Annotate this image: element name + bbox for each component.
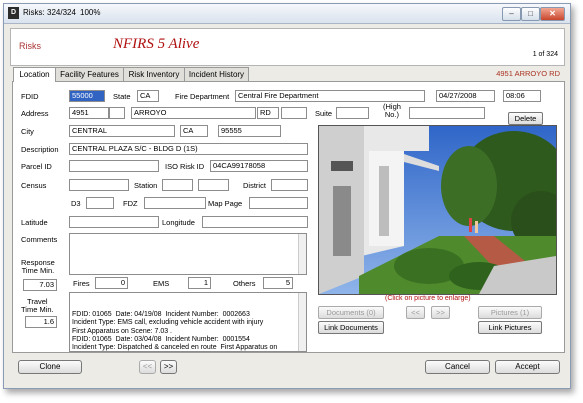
photo-next-button[interactable]: >>: [431, 306, 450, 319]
others-label: Others: [233, 279, 256, 288]
others-input[interactable]: 5: [263, 277, 293, 289]
documents-button[interactable]: Documents (0): [318, 306, 384, 319]
longitude-label: Longitude: [162, 218, 195, 227]
d3-label: D3: [71, 199, 81, 208]
risk-photo[interactable]: [318, 125, 557, 295]
time-input[interactable]: 08:06: [503, 90, 541, 102]
comments-label: Comments: [21, 235, 58, 244]
address-number-input[interactable]: 4951: [69, 107, 109, 119]
record-next-button[interactable]: >>: [160, 360, 177, 374]
zoom-level: 100%: [80, 8, 101, 17]
fires-label: Fires: [73, 279, 90, 288]
address-prefix-input[interactable]: [109, 107, 125, 119]
ems-label: EMS: [153, 279, 170, 288]
map-page-input[interactable]: [249, 197, 308, 209]
date-input[interactable]: 04/27/2008: [436, 90, 495, 102]
description-label: Description: [21, 145, 59, 154]
d3-input[interactable]: [86, 197, 114, 209]
high-no-label: (High No.): [383, 102, 401, 119]
photo-prev-button[interactable]: <<: [406, 306, 425, 319]
building-photo-image: [319, 126, 556, 294]
risks-window: D Risks: 324/324 100% – □ ✕ Risks NFIRS …: [3, 3, 571, 389]
incident-history-text: FDID: 01065 Date: 04/19/08 Incident Numb…: [72, 310, 278, 352]
census-input[interactable]: [69, 179, 129, 191]
address-label: Address: [21, 109, 49, 118]
location-panel: FDID 55000 State CA Fire Department Cent…: [12, 81, 565, 353]
address-suffix-input[interactable]: [281, 107, 307, 119]
close-button[interactable]: ✕: [540, 7, 565, 21]
maximize-button[interactable]: □: [521, 7, 540, 21]
station-label: Station: [134, 181, 158, 190]
parcel-input[interactable]: [69, 160, 159, 172]
address-street-input[interactable]: ARROYO: [131, 107, 256, 119]
latitude-label: Latitude: [21, 218, 48, 227]
state-label: State: [113, 92, 131, 101]
fire-dept-label: Fire Department: [175, 92, 230, 101]
record-prev-button[interactable]: <<: [139, 360, 156, 374]
high-no-input[interactable]: [409, 107, 485, 119]
tab-risk-inventory[interactable]: Risk Inventory: [123, 67, 185, 81]
app-name: NFIRS 5 Alive: [113, 36, 200, 52]
ems-input[interactable]: 1: [188, 277, 211, 289]
fdid-input[interactable]: 55000: [69, 90, 105, 102]
app-icon: D: [8, 7, 19, 19]
incident-history-textarea[interactable]: FDID: 01065 Date: 04/19/08 Incident Numb…: [69, 292, 307, 352]
fires-input[interactable]: 0: [95, 277, 128, 289]
enlarge-hint: (Click on picture to enlarge): [385, 295, 471, 302]
pictures-button[interactable]: Pictures (1): [478, 306, 542, 319]
iso-label: ISO Risk ID: [165, 162, 205, 171]
incident-history-scrollbar[interactable]: [298, 293, 306, 351]
title-bar[interactable]: D Risks: 324/324 100% – □ ✕: [4, 4, 570, 24]
link-pictures-button[interactable]: Link Pictures: [478, 321, 542, 334]
iso-input[interactable]: 04CA99178058: [210, 160, 308, 172]
state-input[interactable]: CA: [137, 90, 159, 102]
station-input[interactable]: [162, 179, 193, 191]
travel-time-input[interactable]: 1.6: [25, 316, 57, 328]
map-page-label: Map Page: [208, 199, 243, 208]
suite-label: Suite: [315, 109, 333, 118]
parcel-label: Parcel ID: [21, 162, 52, 171]
window-title: Risks: 324/324: [23, 8, 76, 17]
city-state-input[interactable]: CA: [180, 125, 208, 137]
district-label: District: [243, 181, 266, 190]
comments-textarea[interactable]: [69, 233, 307, 275]
link-documents-button[interactable]: Link Documents: [318, 321, 384, 334]
fdz-label: FDZ: [123, 199, 138, 208]
fdz-input[interactable]: [144, 197, 206, 209]
response-time-input[interactable]: 7.03: [23, 279, 57, 291]
delete-button[interactable]: Delete: [508, 112, 543, 125]
header-banner: Risks NFIRS 5 Alive 1 of 324: [10, 28, 565, 66]
city-label: City: [21, 127, 34, 136]
fdid-label: FDID: [21, 92, 39, 101]
cancel-button[interactable]: Cancel: [425, 360, 490, 374]
address-header: 4951 ARROYO RD: [496, 69, 560, 78]
clone-button[interactable]: Clone: [18, 360, 82, 374]
tab-facility-features[interactable]: Facility Features: [55, 67, 124, 81]
section-label: Risks: [19, 41, 41, 51]
response-time-label: Response Time Min.: [21, 258, 55, 275]
zip-input[interactable]: 95555: [218, 125, 281, 137]
city-input[interactable]: CENTRAL: [69, 125, 175, 137]
suite-input[interactable]: [336, 107, 369, 119]
comments-scrollbar[interactable]: [298, 234, 306, 274]
longitude-input[interactable]: [202, 216, 308, 228]
tab-incident-history[interactable]: Incident History: [184, 67, 249, 81]
accept-button[interactable]: Accept: [495, 360, 560, 374]
travel-time-label: Travel Time Min.: [21, 297, 54, 314]
station-2-input[interactable]: [198, 179, 229, 191]
minimize-button[interactable]: –: [502, 7, 521, 21]
fire-dept-input[interactable]: Central Fire Department: [235, 90, 425, 102]
census-label: Census: [21, 181, 47, 190]
latitude-input[interactable]: [69, 216, 159, 228]
record-counter: 1 of 324: [532, 51, 558, 58]
description-input[interactable]: CENTRAL PLAZA S/C - BLDG D (1S): [69, 143, 308, 155]
tab-location[interactable]: Location: [13, 67, 56, 82]
address-type-input[interactable]: RD: [257, 107, 279, 119]
district-input[interactable]: [271, 179, 308, 191]
